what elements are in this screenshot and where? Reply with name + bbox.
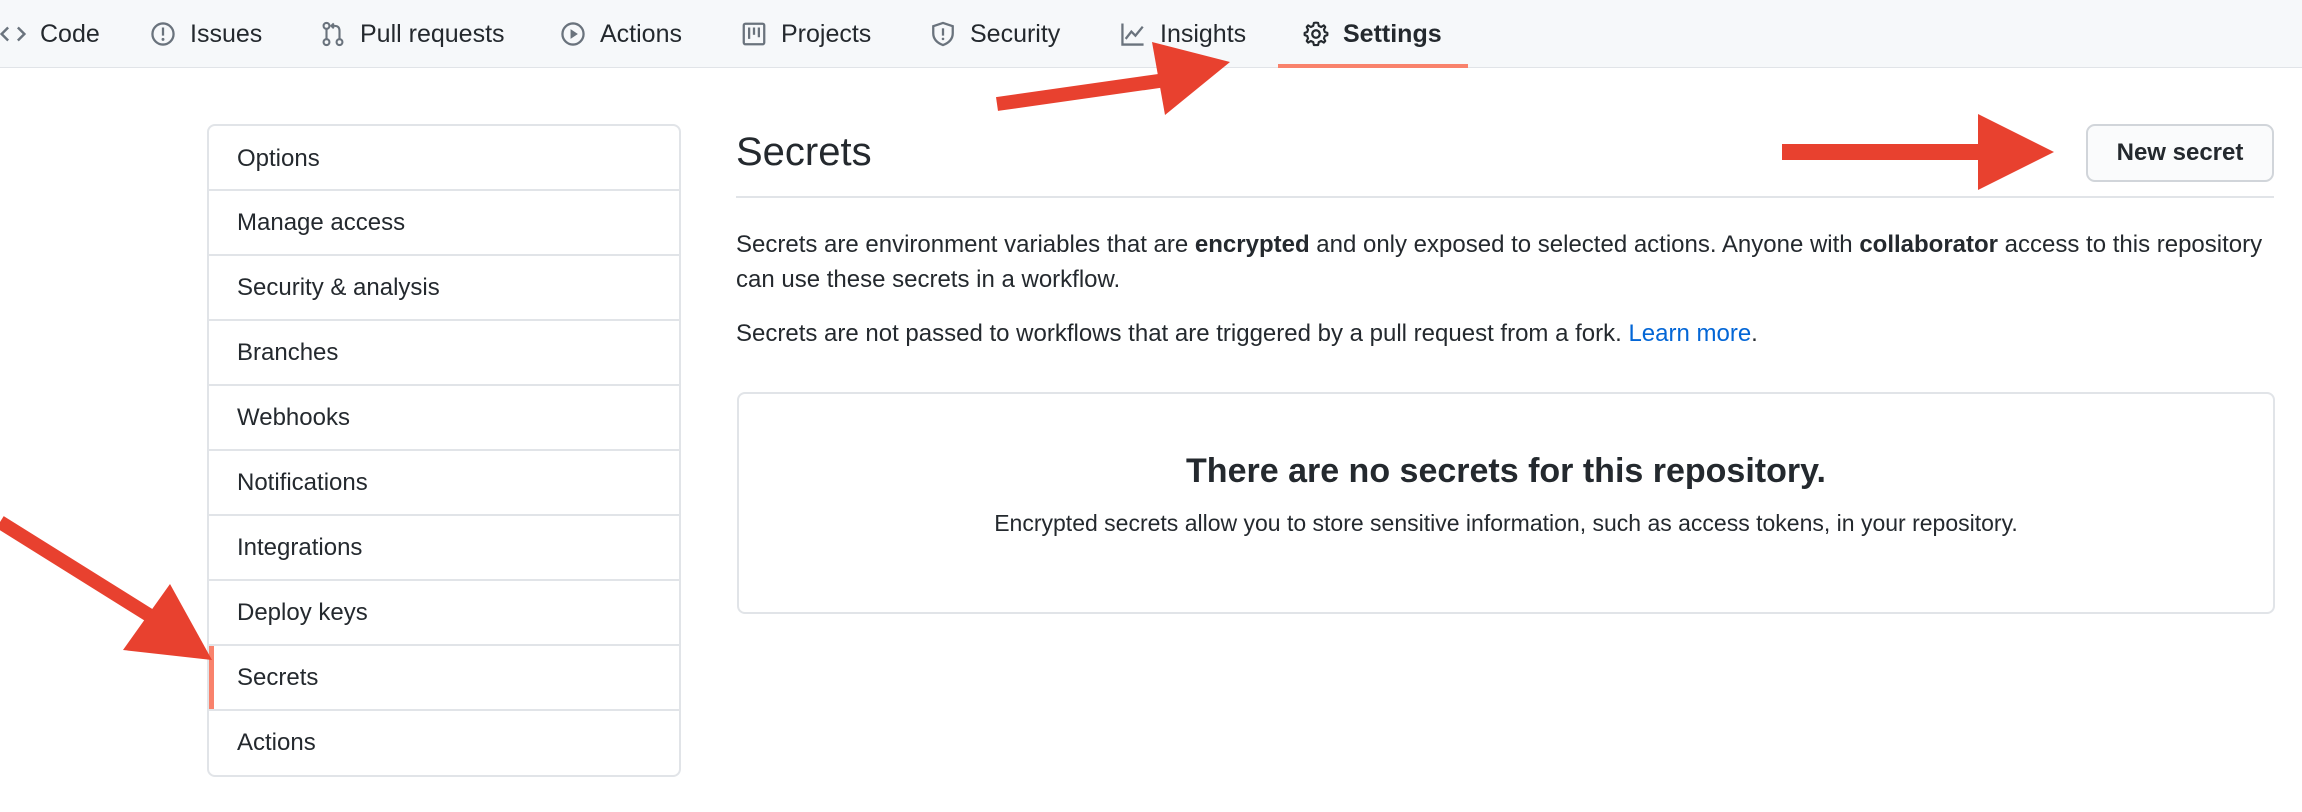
sidebar-item-manage-access[interactable]: Manage access: [209, 189, 679, 254]
shield-icon: [930, 21, 956, 47]
project-icon: [741, 21, 767, 47]
tab-code[interactable]: Code: [0, 0, 100, 68]
code-icon: [0, 21, 26, 47]
gear-icon: [1303, 21, 1329, 47]
description-text: Secrets are environment variables that a…: [736, 231, 1195, 258]
sidebar-item-branches[interactable]: Branches: [209, 319, 679, 384]
sidebar-item-label: Actions: [237, 728, 316, 756]
sidebar-item-actions[interactable]: Actions: [209, 709, 679, 774]
tab-label: Issues: [190, 19, 263, 48]
graph-icon: [1120, 21, 1146, 47]
sidebar-item-label: Notifications: [237, 468, 368, 496]
sidebar-item-options[interactable]: Options: [209, 126, 679, 191]
fork-notice-period: .: [1751, 320, 1758, 347]
sidebar-item-label: Secrets: [237, 663, 319, 691]
sidebar-item-label: Options: [237, 144, 320, 172]
arrow-to-secrets-sidebar-item: [0, 516, 212, 660]
sidebar-item-secrets[interactable]: Secrets: [209, 644, 679, 709]
tab-label: Actions: [600, 19, 682, 48]
empty-secrets-box: There are no secrets for this repository…: [737, 392, 2275, 614]
secrets-description: Secrets are environment variables that a…: [736, 227, 2276, 297]
arrow-to-new-secret-button: [1782, 114, 2054, 190]
new-secret-button[interactable]: New secret: [2086, 124, 2274, 182]
tab-label: Settings: [1343, 19, 1442, 48]
active-tab-underline: [1278, 64, 1468, 68]
sidebar-item-label: Deploy keys: [237, 598, 368, 626]
sidebar-item-label: Security & analysis: [237, 273, 440, 301]
tab-label: Security: [970, 19, 1061, 48]
sidebar-item-label: Manage access: [237, 208, 406, 236]
issue-opened-icon: [150, 21, 176, 47]
sidebar-item-webhooks[interactable]: Webhooks: [209, 384, 679, 449]
sidebar-item-label: Integrations: [237, 533, 363, 561]
play-icon: [560, 21, 586, 47]
settings-sidebar: Options Manage access Security & analysi…: [207, 124, 681, 777]
tab-label: Insights: [1160, 19, 1247, 48]
empty-state-description: Encrypted secrets allow you to store sen…: [994, 510, 2018, 536]
empty-state-title: There are no secrets for this repository…: [1186, 452, 1826, 490]
sidebar-item-deploy-keys[interactable]: Deploy keys: [209, 579, 679, 644]
tab-actions[interactable]: Actions: [560, 0, 682, 68]
tab-pull-requests[interactable]: Pull requests: [320, 0, 505, 68]
tab-projects[interactable]: Projects: [741, 0, 871, 68]
tab-insights[interactable]: Insights: [1120, 0, 1246, 68]
tab-label: Pull requests: [360, 19, 505, 48]
sidebar-item-label: Branches: [237, 338, 339, 366]
description-bold-encrypted: encrypted: [1194, 231, 1310, 258]
sidebar-item-notifications[interactable]: Notifications: [209, 449, 679, 514]
description-bold-collaborator: collaborator: [1859, 231, 1999, 258]
learn-more-link[interactable]: Learn more: [1628, 320, 1751, 347]
title-divider: [736, 196, 2274, 198]
sidebar-item-label: Webhooks: [237, 403, 350, 431]
repo-nav: Code Issues Pull requests Actions Projec…: [0, 0, 2302, 68]
page-title: Secrets: [736, 130, 872, 174]
tab-security[interactable]: Security: [930, 0, 1060, 68]
tab-label: Projects: [781, 19, 872, 48]
fork-notice: Secrets are not passed to workflows that…: [736, 316, 2276, 351]
sidebar-item-security-analysis[interactable]: Security & analysis: [209, 254, 679, 319]
tab-settings[interactable]: Settings: [1303, 0, 1442, 68]
description-text: and only exposed to selected actions. An…: [1309, 231, 1860, 258]
tab-label: Code: [40, 19, 100, 48]
fork-notice-text: Secrets are not passed to workflows that…: [736, 320, 1629, 347]
sidebar-item-integrations[interactable]: Integrations: [209, 514, 679, 579]
git-pull-request-icon: [320, 21, 346, 47]
tab-issues[interactable]: Issues: [150, 0, 262, 68]
